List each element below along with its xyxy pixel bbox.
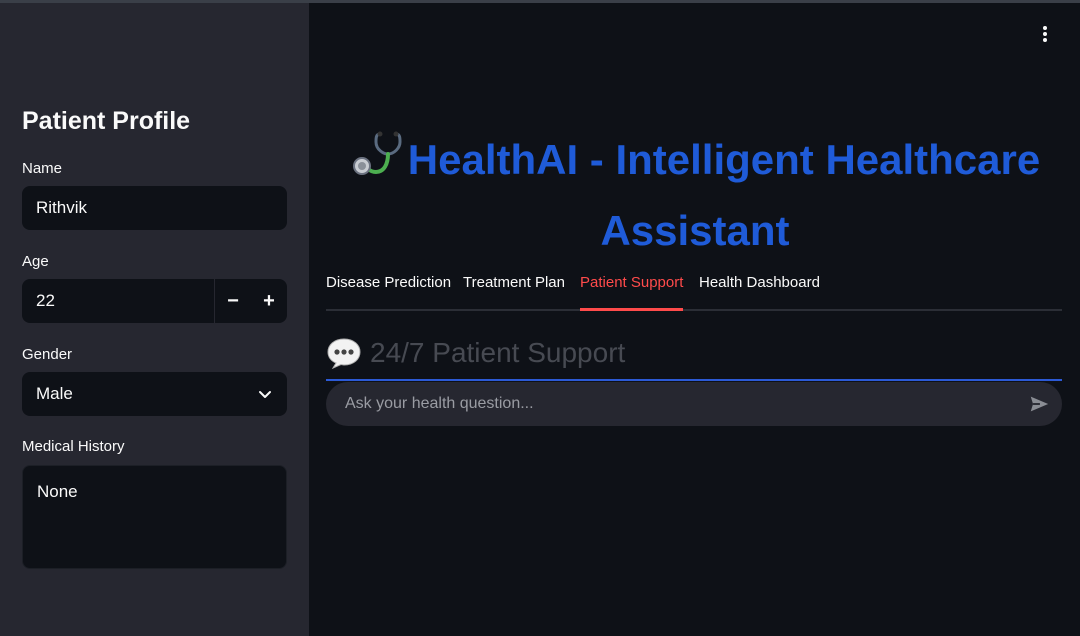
chevron-down-icon[interactable] <box>257 386 273 402</box>
medical-history-label: Medical History <box>22 438 125 455</box>
age-increment-button[interactable]: + <box>251 279 287 323</box>
sidebar: Patient Profile Name Rithvik Age 22 − + … <box>0 3 309 636</box>
age-decrement-button[interactable]: − <box>215 279 251 323</box>
sidebar-title: Patient Profile <box>22 107 191 135</box>
tab-disease-prediction[interactable]: Disease Prediction <box>326 274 451 311</box>
kebab-menu-icon[interactable] <box>1036 22 1054 46</box>
page-title-text: HealthAI - Intelligent Healthcare Assist… <box>407 136 1041 254</box>
age-value[interactable]: 22 <box>36 291 55 311</box>
support-header-text: 24/7 Patient Support <box>370 337 626 368</box>
name-input[interactable]: Rithvik <box>22 186 287 230</box>
tab-patient-support[interactable]: Patient Support <box>580 274 684 311</box>
chat-input-placeholder[interactable]: Ask your health question... <box>345 395 534 413</box>
tab-bar: Disease Prediction Treatment Plan Patien… <box>326 274 1062 312</box>
age-stepper[interactable]: 22 − + <box>22 279 287 323</box>
gender-select[interactable]: Male <box>22 372 287 416</box>
gender-label: Gender <box>22 346 73 363</box>
tab-health-dashboard[interactable]: Health Dashboard <box>699 274 820 311</box>
gender-value: Male <box>36 384 73 403</box>
speech-bubble-icon <box>327 338 361 370</box>
support-header-underline <box>326 379 1062 381</box>
page-title: HealthAI - Intelligent Healthcare Assist… <box>330 124 1060 266</box>
name-label: Name <box>22 160 63 177</box>
medical-history-textarea[interactable]: None <box>22 465 287 569</box>
stethoscope-icon <box>352 131 402 175</box>
send-icon[interactable] <box>1028 393 1050 415</box>
support-header: 24/7 Patient Support <box>326 336 625 370</box>
age-label: Age <box>22 253 49 270</box>
tab-treatment-plan[interactable]: Treatment Plan <box>463 274 565 311</box>
chat-input[interactable]: Ask your health question... <box>326 382 1062 426</box>
